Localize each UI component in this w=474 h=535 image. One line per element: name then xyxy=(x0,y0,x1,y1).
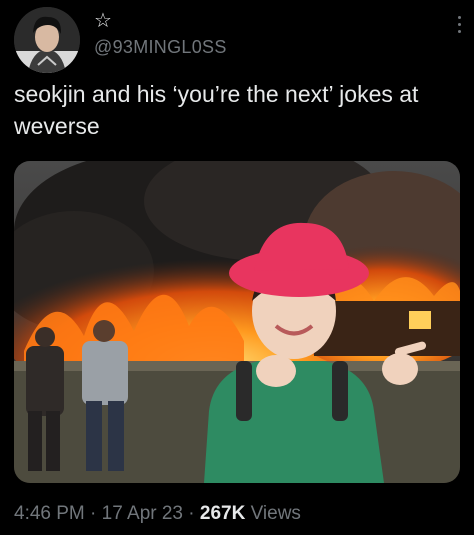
tweet-time[interactable]: 4:46 PM xyxy=(14,503,85,524)
more-dot xyxy=(457,30,461,33)
display-name[interactable]: ☆ xyxy=(94,11,112,31)
meme-image xyxy=(14,161,460,483)
meta-separator: · xyxy=(90,503,97,524)
avatar-image xyxy=(14,7,80,73)
tweet-meta: 4:46 PM · 17 Apr 23 · 267K Views xyxy=(14,503,301,525)
more-dot xyxy=(457,23,461,26)
avatar[interactable] xyxy=(14,7,80,73)
tweet-image[interactable] xyxy=(14,161,460,483)
user-handle[interactable]: @93MINGL0SS xyxy=(94,37,227,58)
more-options-icon[interactable] xyxy=(456,16,462,38)
more-dot xyxy=(457,16,461,19)
views-count[interactable]: 267K xyxy=(200,503,245,524)
tweet-date[interactable]: 17 Apr 23 xyxy=(102,503,183,524)
views-label: Views xyxy=(250,503,301,524)
tweet-text: seokjin and his ‘you’re the next’ jokes … xyxy=(14,81,419,139)
meta-separator: · xyxy=(188,503,195,524)
